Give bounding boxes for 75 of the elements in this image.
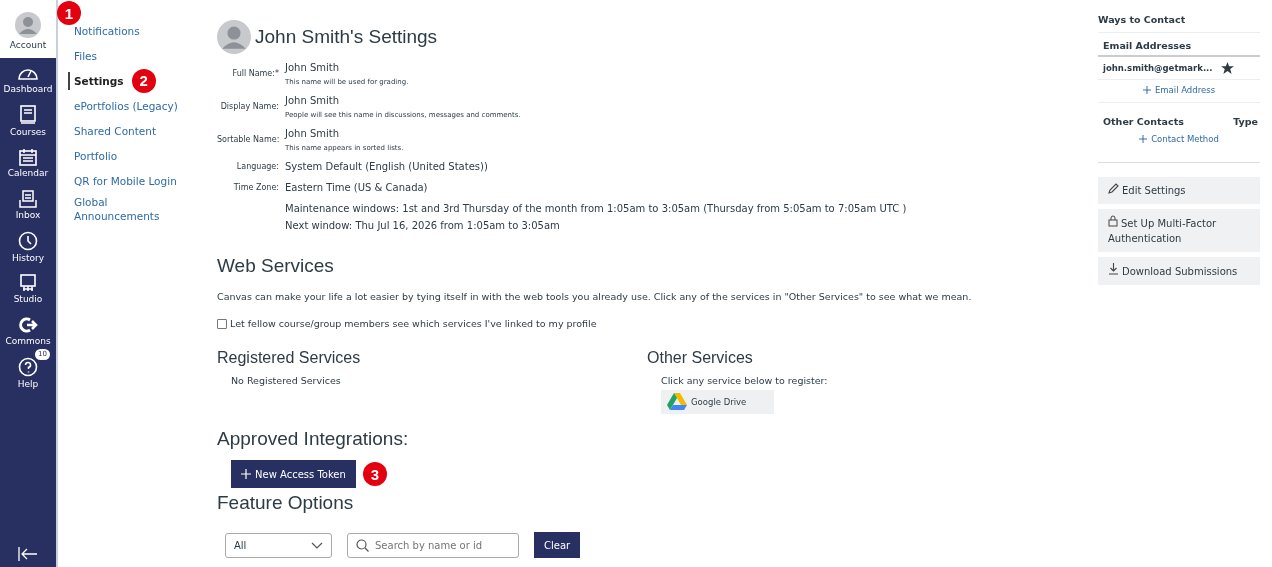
search-field[interactable]: Search by name or id [347, 532, 519, 558]
clock-icon [18, 231, 38, 251]
field-label: Full Name:* [231, 69, 279, 78]
monitor-icon [19, 274, 37, 292]
account-nav-link[interactable]: Portfolio [68, 146, 192, 165]
calendar-icon [19, 148, 37, 166]
plus-icon [1139, 135, 1148, 143]
question-icon [18, 357, 38, 377]
account-nav-link[interactable]: Files [68, 46, 192, 65]
plus-icon [241, 469, 251, 479]
account-nav-link[interactable]: Settings [68, 71, 124, 90]
pencil-icon [1108, 183, 1119, 194]
hint-text: Click any service below to register: [661, 375, 828, 386]
clear-button[interactable]: Clear [534, 532, 581, 558]
field-value: System Default (English (United States)) [285, 160, 489, 174]
plus-icon [1142, 86, 1151, 94]
empty-text: No Registered Services [231, 375, 341, 386]
service-button[interactable]: Google Drive [661, 390, 774, 414]
field-value: Eastern Time (US & Canada) [285, 181, 429, 195]
account-nav-link[interactable]: QR for Mobile Login [68, 171, 192, 190]
intro-text: Canvas can make your life a lot easier by tying itself in with the web tools you already use. Click any of the services in "Other Services" to see what we mean. [217, 291, 973, 302]
table-heading: Other Contacts [1103, 116, 1184, 127]
maintenance-text: Maintenance windows: 1st and 3rd Thursday of the month from 1:05am to 3:05am (Thursday from 5:05am to 7:05am UTC ) [285, 202, 908, 216]
field-value: John Smith [285, 94, 341, 108]
nav-item[interactable]: Studio [0, 268, 56, 310]
nav-item[interactable]: Inbox [0, 184, 56, 226]
action-button[interactable]: Download Submissions [1098, 257, 1260, 285]
field-value: John Smith [285, 61, 341, 75]
callout-number: 1 [57, 1, 81, 25]
callout-number: 2 [131, 68, 156, 93]
search-icon [356, 538, 369, 552]
account-nav-link[interactable]: Global Announcements [68, 193, 192, 225]
add-contact-link[interactable]: Contact Method [1098, 134, 1260, 163]
chevron-icon [311, 541, 323, 549]
field-label: Display Name: [219, 102, 279, 111]
maintenance-text: Next window: Thu Jul 16, 2026 from 1:05am to 3:05am [285, 219, 561, 233]
nav-item[interactable]: Courses [0, 100, 56, 142]
checkbox-label: Let fellow course/group members see which services I've linked to my profile [230, 318, 597, 329]
page-title: John Smith's Settings [255, 26, 438, 48]
table-heading: Email Addresses [1098, 33, 1260, 57]
nav-item[interactable]: History [0, 226, 56, 268]
field-value: John Smith [285, 127, 341, 141]
nav-item[interactable]: Calendar [0, 142, 56, 184]
email-address: john.smith@getmark... [1103, 63, 1213, 73]
new-token-button[interactable]: New Access Token [231, 460, 356, 488]
filter-select[interactable]: All [225, 532, 332, 558]
download-icon [1108, 263, 1119, 275]
arrow-icon [18, 316, 38, 334]
account-nav-link[interactable]: Shared Content [68, 121, 192, 140]
section-heading: Approved Integrations: [217, 428, 410, 450]
collapse-icon[interactable] [18, 547, 38, 561]
field-label: Language: [235, 162, 279, 171]
subsection-heading: Other Services [647, 349, 753, 367]
nav-item[interactable]: Commons [0, 310, 56, 352]
action-button[interactable]: Set Up Multi-Factor Authentication [1098, 209, 1260, 252]
field-label: Time Zone: [232, 183, 279, 192]
table-heading: Type [1233, 116, 1258, 127]
section-heading: Web Services [217, 255, 335, 277]
field-label: Sortable Name: [217, 135, 279, 144]
callout-number: 3 [362, 462, 387, 486]
panel-heading: Ways to Contact [1098, 14, 1260, 33]
section-heading: Feature Options [217, 492, 355, 514]
checkbox[interactable] [217, 318, 227, 329]
action-button[interactable]: Edit Settings [1098, 177, 1260, 204]
account-nav-link[interactable]: ePortfolios (Legacy) [68, 96, 192, 115]
book-icon [20, 105, 36, 125]
inbox-icon [19, 190, 37, 208]
drive-icon [667, 393, 687, 411]
add-email-link[interactable]: Email Address [1098, 80, 1260, 103]
nav-item[interactable]: Dashboard [0, 58, 56, 100]
nav-item[interactable]: Account [0, 0, 56, 58]
avatar-icon [15, 12, 41, 38]
subsection-heading: Registered Services [217, 349, 361, 367]
avatar-icon [217, 20, 251, 54]
lock-icon [1108, 215, 1118, 227]
